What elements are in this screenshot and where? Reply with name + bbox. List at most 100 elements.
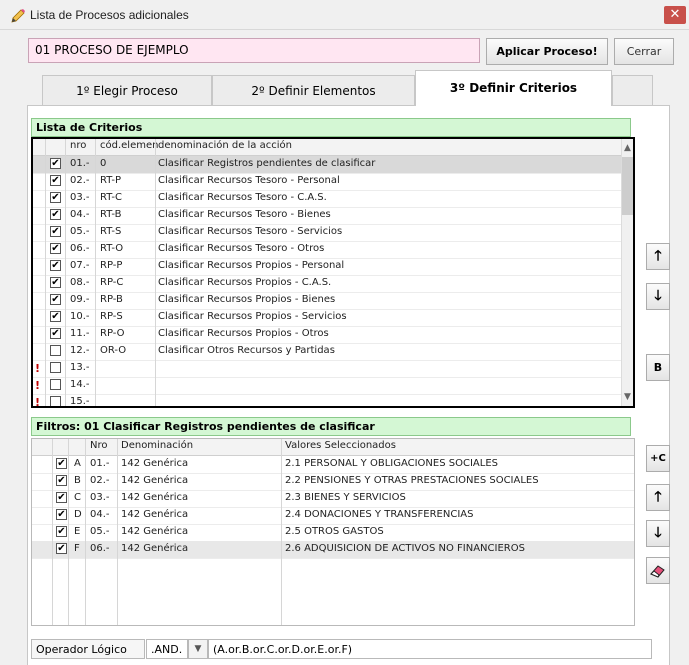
criterion-checkbox[interactable]: ✔ (50, 209, 61, 220)
filter-row[interactable]: ✔ A 01.- 142 Genérica 2.1 PERSONAL Y OBLIGAC… (32, 456, 634, 474)
criteria-row[interactable]: ✔ 04.- RT-B Clasificar Recursos Tesoro - Bi… (33, 207, 621, 225)
filter-values: 2.5 OTROS GASTOS (285, 526, 384, 537)
filter-down-button[interactable]: 🡓 (646, 520, 670, 547)
logical-operator-label: Operador Lógico (31, 639, 145, 659)
criteria-row[interactable]: ✔ 06.- RT-O Clasificar Recursos Tesoro - Ot… (33, 241, 621, 259)
criteria-row[interactable]: ✔ 10.- RP-S Clasificar Recursos Propios - S… (33, 309, 621, 327)
filter-row[interactable]: ✔ B 02.- 142 Genérica 2.2 PENSIONES Y OTRAS … (32, 473, 634, 491)
column-nro[interactable]: nro (70, 140, 86, 151)
apply-process-button[interactable]: Aplicar Proceso! (486, 38, 608, 65)
arrow-up-icon: 🡑 (654, 489, 662, 505)
process-name-field: 01 PROCESO DE EJEMPLO (28, 38, 480, 63)
column-filter-name[interactable]: Denominación (121, 440, 193, 451)
criteria-scrollbar-thumb[interactable] (622, 157, 633, 215)
column-filter-nro[interactable]: Nro (90, 440, 108, 451)
criterion-checkbox[interactable] (50, 379, 61, 390)
criteria-row[interactable]: ✔ 08.- RP-C Clasificar Recursos Propios - C… (33, 275, 621, 293)
criterion-code: RT-B (100, 209, 122, 220)
filter-row[interactable]: ✔ F 06.- 142 Genérica 2.6 ADQUISICION DE ACT… (32, 541, 634, 559)
criteria-row[interactable]: 12.- OR-O Clasificar Otros Recursos y Part… (33, 343, 621, 361)
chevron-down-icon[interactable]: ▼ (188, 639, 208, 659)
filter-name: 142 Genérica (121, 492, 189, 503)
filter-up-button[interactable]: 🡑 (646, 484, 670, 511)
scroll-up-icon[interactable]: ▲ (624, 143, 631, 153)
add-criterion-button[interactable]: +C (646, 445, 670, 472)
criteria-row[interactable]: ✔ 07.- RP-P Clasificar Recursos Propios - P… (33, 258, 621, 276)
criterion-code: RP-C (100, 277, 124, 288)
criterion-checkbox[interactable]: ✔ (50, 311, 61, 322)
filter-name: 142 Genérica (121, 543, 189, 554)
filters-grid[interactable]: Nro Denominación Valores Seleccionados ✔… (31, 438, 635, 626)
filter-name: 142 Genérica (121, 509, 189, 520)
arrow-up-icon: 🡑 (654, 248, 662, 264)
criterion-checkbox[interactable]: ✔ (50, 260, 61, 271)
criterion-nro: 01.- (70, 158, 90, 169)
eraser-button[interactable] (646, 557, 670, 584)
criterion-action: Clasificar Recursos Propios - Personal (158, 260, 345, 271)
filter-nro: 05.- (90, 526, 110, 537)
window-close-icon[interactable]: ✕ (664, 6, 686, 24)
filter-row[interactable]: ✔ D 04.- 142 Genérica 2.4 DONACIONES Y TRANS… (32, 507, 634, 525)
criterion-action: Clasificar Recursos Tesoro - Servicios (158, 226, 343, 237)
criterion-checkbox[interactable]: ✔ (50, 294, 61, 305)
criterion-checkbox[interactable]: ✔ (50, 226, 61, 237)
criterion-nro: 14.- (70, 379, 90, 390)
filter-checkbox[interactable]: ✔ (56, 475, 67, 486)
criteria-row[interactable]: ✔ 05.- RT-S Clasificar Recursos Tesoro - Se… (33, 224, 621, 242)
criteria-row[interactable]: ✔ 02.- RT-P Clasificar Recursos Tesoro - Pe… (33, 173, 621, 191)
criterion-action: Clasificar Recursos Tesoro - C.A.S. (158, 192, 327, 203)
criterion-nro: 05.- (70, 226, 90, 237)
close-button[interactable]: Cerrar (614, 38, 674, 65)
criteria-row[interactable]: ! 14.- (33, 377, 621, 395)
arrow-down-icon: 🡓 (654, 288, 662, 304)
scroll-down-icon[interactable]: ▼ (624, 392, 631, 402)
criteria-row[interactable]: ✔ 03.- RT-C Clasificar Recursos Tesoro - C.… (33, 190, 621, 208)
criterion-checkbox[interactable] (50, 345, 61, 356)
criterion-nro: 03.- (70, 192, 90, 203)
filter-nro: 04.- (90, 509, 110, 520)
criteria-row[interactable]: ✔ 01.- 0 Clasificar Registros pendientes de… (33, 156, 621, 174)
criteria-row[interactable]: ! 13.- (33, 360, 621, 378)
tab-define-elements[interactable]: 2º Definir Elementos (212, 75, 415, 105)
filter-checkbox[interactable]: ✔ (56, 526, 67, 537)
criterion-checkbox[interactable]: ✔ (50, 328, 61, 339)
column-filter-values[interactable]: Valores Seleccionados (285, 440, 396, 451)
tab-choose-process[interactable]: 1º Elegir Proceso (42, 75, 212, 105)
move-up-button[interactable]: 🡑 (646, 243, 670, 270)
criterion-checkbox[interactable]: ✔ (50, 277, 61, 288)
window-title: Lista de Procesos adicionales (30, 8, 189, 22)
criteria-grid[interactable]: nro cód.elemen denominación de la acción… (31, 137, 635, 408)
filter-checkbox[interactable]: ✔ (56, 458, 67, 469)
criteria-row[interactable]: ! 15.- (33, 394, 621, 406)
filter-checkbox[interactable]: ✔ (56, 492, 67, 503)
column-code[interactable]: cód.elemen (100, 140, 158, 151)
criterion-checkbox[interactable]: ✔ (50, 175, 61, 186)
criterion-checkbox[interactable]: ✔ (50, 158, 61, 169)
criterion-action: Clasificar Registros pendientes de clasi… (158, 158, 376, 169)
b-button[interactable]: B (646, 354, 670, 381)
eraser-icon (650, 565, 665, 578)
logical-operator-select[interactable]: .AND. (146, 639, 188, 659)
criteria-row[interactable]: ✔ 09.- RP-B Clasificar Recursos Propios - B… (33, 292, 621, 310)
filter-row[interactable]: ✔ E 05.- 142 Genérica 2.5 OTROS GASTOS (32, 524, 634, 542)
move-down-button[interactable]: 🡓 (646, 283, 670, 310)
filter-values: 2.1 PERSONAL Y OBLIGACIONES SOCIALES (285, 458, 498, 469)
logical-expression-field[interactable]: (A.or.B.or.C.or.D.or.E.or.F) (208, 639, 652, 659)
filter-checkbox[interactable]: ✔ (56, 509, 67, 520)
filter-letter: A (74, 458, 81, 469)
filter-nro: 02.- (90, 475, 110, 486)
tab-strip-filler (612, 75, 653, 105)
filter-row[interactable]: ✔ C 03.- 142 Genérica 2.3 BIENES Y SERVICIOS (32, 490, 634, 508)
filter-name: 142 Genérica (121, 458, 189, 469)
criteria-row[interactable]: ✔ 11.- RP-O Clasificar Recursos Propios - O… (33, 326, 621, 344)
tab-define-criteria[interactable]: 3º Definir Criterios (415, 70, 612, 106)
column-action[interactable]: denominación de la acción (158, 140, 292, 151)
filter-checkbox[interactable]: ✔ (56, 543, 67, 554)
criterion-checkbox[interactable] (50, 362, 61, 373)
criterion-checkbox[interactable] (50, 396, 61, 406)
filter-nro: 03.- (90, 492, 110, 503)
filter-name: 142 Genérica (121, 526, 189, 537)
criterion-checkbox[interactable]: ✔ (50, 192, 61, 203)
filters-grid-header: Nro Denominación Valores Seleccionados (32, 439, 634, 456)
criterion-checkbox[interactable]: ✔ (50, 243, 61, 254)
